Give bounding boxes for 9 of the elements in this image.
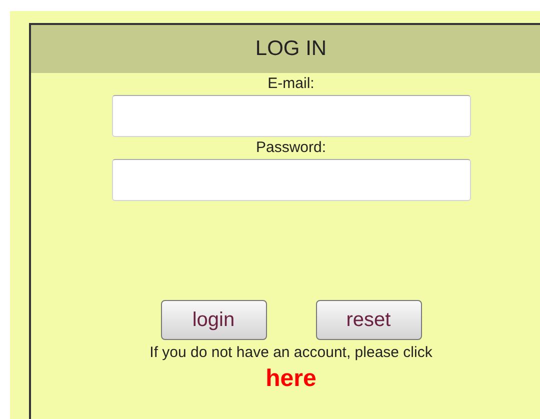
login-button[interactable]: login — [160, 300, 266, 340]
field-label: E-mail: — [268, 75, 314, 93]
field-label: Password: — [256, 139, 326, 157]
reset-button[interactable]: reset — [316, 300, 422, 340]
password-field[interactable] — [112, 159, 470, 201]
panel-title: LOG IN — [255, 37, 327, 61]
signup-link[interactable]: here — [266, 365, 316, 393]
signup-note: If you do not have an account, please click — [150, 344, 432, 361]
email-field[interactable] — [112, 95, 470, 137]
